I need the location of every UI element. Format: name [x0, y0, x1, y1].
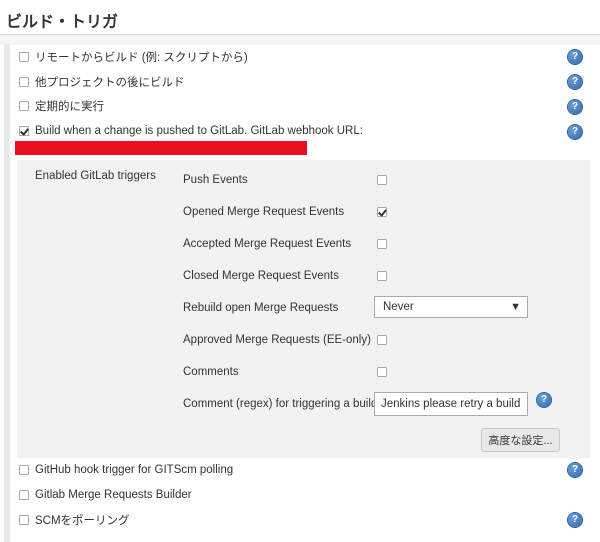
closed-mr-events-checkbox[interactable]	[377, 271, 387, 281]
trigger-remote-build-label: リモートからビルド (例: スクリプトから)	[35, 52, 248, 64]
trigger-gitlab-push-checkbox[interactable]	[19, 126, 29, 136]
closed-mr-events-label: Closed Merge Request Events	[183, 270, 339, 282]
trigger-gitlab-mr-builder: Gitlab Merge Requests Builder	[19, 486, 192, 504]
trigger-periodic: 定期的に実行	[19, 97, 104, 115]
trigger-remote-build-checkbox[interactable]	[19, 52, 29, 62]
trigger-after-other-projects-label: 他プロジェクトの後にビルド	[35, 77, 185, 89]
trigger-remote-build: リモートからビルド (例: スクリプトから)	[19, 48, 248, 66]
trigger-gitlab-mr-builder-label: Gitlab Merge Requests Builder	[35, 489, 192, 501]
comments-label: Comments	[183, 366, 239, 378]
comment-regex-value: Jenkins please retry a build	[381, 398, 521, 410]
trigger-scm-polling-label: SCMをポーリング	[35, 515, 130, 527]
trigger-periodic-label: 定期的に実行	[35, 101, 104, 113]
opened-mr-events-label: Opened Merge Request Events	[183, 206, 345, 218]
accepted-mr-events-label: Accepted Merge Request Events	[183, 238, 352, 250]
help-icon[interactable]: ?	[537, 393, 551, 407]
help-icon[interactable]: ?	[568, 50, 582, 64]
accepted-mr-events-checkbox[interactable]	[377, 239, 387, 249]
trigger-gitlab-mr-builder-checkbox[interactable]	[19, 490, 29, 500]
opened-mr-events-checkbox[interactable]	[377, 207, 387, 217]
rebuild-open-mr-select[interactable]: Never ▼	[374, 296, 528, 318]
push-events-label: Push Events	[183, 174, 248, 186]
trigger-gitlab-push: Build when a change is pushed to GitLab.…	[19, 122, 363, 140]
comment-regex-input[interactable]: Jenkins please retry a build	[374, 392, 528, 416]
dropdown-arrow-icon: ▼	[510, 301, 521, 313]
trigger-after-other-projects: 他プロジェクトの後にビルド	[19, 73, 185, 91]
rebuild-open-mr-label: Rebuild open Merge Requests	[183, 302, 339, 314]
trigger-after-other-projects-checkbox[interactable]	[19, 77, 29, 87]
trigger-github-hook: GitHub hook trigger for GITScm polling	[19, 461, 233, 479]
help-icon[interactable]: ?	[568, 513, 582, 527]
help-icon[interactable]: ?	[568, 100, 582, 114]
section-title: ビルド・トリガ	[6, 12, 119, 31]
trigger-scm-polling: SCMをポーリング	[19, 511, 130, 529]
advanced-settings-button[interactable]: 高度な設定...	[481, 428, 560, 452]
approved-mr-checkbox[interactable]	[377, 335, 387, 345]
comments-checkbox[interactable]	[377, 367, 387, 377]
help-icon[interactable]: ?	[568, 125, 582, 139]
trigger-github-hook-label: GitHub hook trigger for GITScm polling	[35, 464, 234, 476]
enabled-gitlab-triggers-label: Enabled GitLab triggers	[35, 170, 156, 182]
help-icon[interactable]: ?	[568, 75, 582, 89]
trigger-scm-polling-checkbox[interactable]	[19, 515, 29, 525]
help-icon[interactable]: ?	[568, 463, 582, 477]
redacted-webhook-url	[15, 141, 307, 155]
push-events-checkbox[interactable]	[377, 175, 387, 185]
section-frame	[0, 35, 600, 45]
approved-mr-label: Approved Merge Requests (EE-only)	[183, 334, 371, 346]
section-left-bar	[4, 44, 10, 542]
rebuild-open-mr-value: Never	[383, 301, 414, 313]
trigger-periodic-checkbox[interactable]	[19, 101, 29, 111]
comment-regex-label: Comment (regex) for triggering a build	[183, 398, 378, 410]
trigger-gitlab-push-label: Build when a change is pushed to GitLab.…	[35, 125, 363, 137]
trigger-github-hook-checkbox[interactable]	[19, 465, 29, 475]
